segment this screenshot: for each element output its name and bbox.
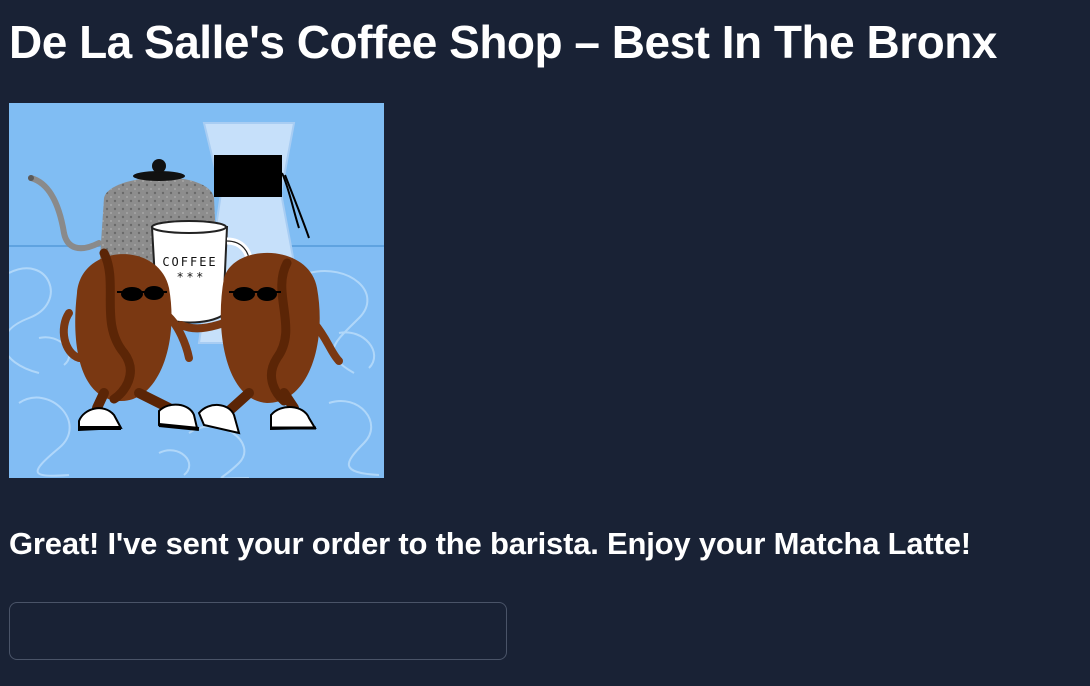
chat-input[interactable] — [9, 602, 507, 660]
mug-stars: * * * — [177, 270, 203, 284]
coffee-beans-illustration: COFFEE * * * — [9, 103, 384, 478]
page-title: De La Salle's Coffee Shop – Best In The … — [9, 16, 997, 68]
assistant-message: Great! I've sent your order to the baris… — [9, 526, 971, 561]
coffee-shop-page: De La Salle's Coffee Shop – Best In The … — [0, 0, 1090, 686]
mug-label: COFFEE — [162, 255, 217, 269]
